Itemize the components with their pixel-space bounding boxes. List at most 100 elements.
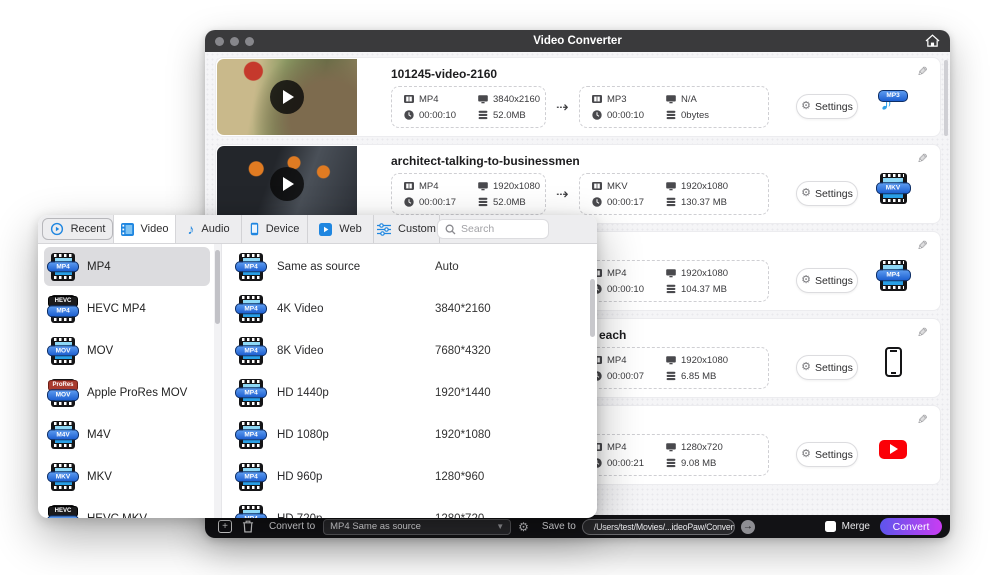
tab-label: Device [266,223,300,235]
arrow-right-icon: → [743,522,753,532]
profile-label: Same as source [277,261,435,273]
target-info-box: MP4 1920x1080 00:00:07 6.85 MB [579,347,769,389]
format-list-scrollbar[interactable] [215,250,220,324]
hevc-mkv-film-icon: HEVC MKV [51,505,75,519]
tab-custom[interactable]: Custom [374,215,440,243]
format-item-hevc-mkv[interactable]: HEVC MKV HEVC MKV [44,499,210,518]
iphone-icon [885,347,902,377]
plus-icon: + [222,522,228,532]
source-size: 52.0MB [478,110,540,121]
output-format-icon[interactable]: ♪ MP3 [874,82,912,120]
profile-item-hd-960p[interactable]: MP4 HD 960p 1280*960 [222,457,597,496]
play-button[interactable] [270,80,304,114]
target-info-box: MKV 1920x1080 00:00:17 130.37 MB [579,173,769,215]
mp4-film-icon: MP4 [880,260,907,291]
m4v-film-icon: M4V [51,421,75,449]
target-format: MKV [592,181,656,192]
filesize-icon [666,197,676,207]
tab-web[interactable]: Web [308,215,374,243]
dropdown-value: MP4 Same as source [330,521,421,532]
format-item-mp4[interactable]: MP4 MP4 [44,247,210,286]
source-info-box: MP4 3840x2160 00:00:10 52.0MB [391,86,546,128]
profile-item-hd-1440p[interactable]: MP4 HD 1440p 1920*1440 [222,373,597,412]
edit-icon[interactable]: ✎ [917,325,928,341]
source-info-box: MP4 1920x1080 00:00:17 52.0MB [391,173,546,215]
format-settings-icon[interactable]: ⚙ [518,520,529,534]
tab-label: Web [339,223,361,235]
format-item-mkv[interactable]: MKV MKV [44,457,210,496]
delete-button[interactable] [242,520,254,533]
tab-video[interactable]: Video [113,215,176,243]
profile-list-scrollbar[interactable] [590,279,595,337]
home-button[interactable] [923,33,941,49]
tab-audio[interactable]: ♪ Audio [176,215,242,243]
profile-item-same-as-source[interactable]: MP4 Same as source Auto [222,247,597,286]
convert-to-label: Convert to [269,521,315,532]
format-badge: MP4 [876,269,911,281]
target-size: 0bytes [666,110,756,121]
profile-resolution: 1920*1080 [435,429,491,441]
target-resolution: 1280x720 [666,442,756,453]
output-format-icon[interactable]: MP4 [874,256,912,294]
search-input[interactable] [461,223,541,235]
format-item-mov[interactable]: MOV MOV [44,331,210,370]
profile-item-hd-1080p[interactable]: MP4 HD 1080p 1920*1080 [222,415,597,454]
output-format-dropdown[interactable]: MP4 Same as source ▼ [323,519,511,535]
edit-icon[interactable]: ✎ [917,64,928,80]
source-resolution: 1920x1080 [478,181,540,192]
profile-item-4k[interactable]: MP4 4K Video 3840*2160 [222,289,597,328]
mp4-film-icon: MP4 [239,505,263,519]
tab-recent[interactable]: Recent [42,218,113,240]
merge-checkbox[interactable] [825,521,836,532]
mkv-film-icon: MKV [880,173,907,204]
play-icon [283,177,294,191]
edit-icon[interactable]: ✎ [917,238,928,254]
titlebar[interactable]: Video Converter [205,30,950,52]
save-path-field[interactable]: /Users/test/Movies/...ideoPaw/Converted [582,519,735,535]
edit-icon[interactable]: ✎ [917,151,928,167]
add-file-button[interactable]: + [218,520,232,533]
format-item-prores-mov[interactable]: ProRes MOV Apple ProRes MOV [44,373,210,412]
filesize-icon [666,371,676,381]
format-search[interactable] [437,219,549,239]
profile-item-8k[interactable]: MP4 8K Video 7680*4320 [222,331,597,370]
target-size: 104.37 MB [666,284,756,295]
settings-button[interactable]: ⚙ Settings [796,442,858,467]
settings-button[interactable]: ⚙ Settings [796,355,858,380]
play-button[interactable] [270,167,304,201]
gear-icon: ⚙ [801,188,811,199]
convert-arrow-icon: ⇢ [556,98,569,116]
open-folder-button[interactable]: → [741,520,755,534]
edit-icon[interactable]: ✎ [917,412,928,428]
profile-item-hd-720p[interactable]: MP4 HD 720p 1280*720 [222,499,597,518]
format-icon [592,94,602,104]
format-label: Apple ProRes MOV [87,387,187,399]
list-scrollbar[interactable] [944,60,948,136]
source-duration: 00:00:10 [404,110,468,121]
filesize-icon [666,284,676,294]
output-format-icon[interactable] [874,343,912,381]
source-resolution: 3840x2160 [478,94,540,105]
settings-button[interactable]: ⚙ Settings [796,94,858,119]
output-format-icon[interactable]: MKV [874,169,912,207]
target-info-box: MP4 1920x1080 00:00:10 104.37 MB [579,260,769,302]
profile-resolution: 1920*1440 [435,387,491,399]
video-title: architect-talking-to-businessmen [391,154,580,168]
video-thumbnail[interactable] [217,59,357,135]
format-item-m4v[interactable]: M4V M4V [44,415,210,454]
convert-button[interactable]: Convert [880,518,942,535]
video-film-icon [121,223,134,236]
settings-button[interactable]: ⚙ Settings [796,268,858,293]
display-icon [478,94,488,104]
output-format-icon[interactable] [874,430,912,468]
tab-device[interactable]: Device [242,215,308,243]
merge-option: Merge [825,521,870,532]
target-duration: 00:00:07 [592,371,656,382]
mp4-film-icon: MP4 [239,421,263,449]
source-format: MP4 [404,181,468,192]
video-thumbnail[interactable] [217,146,357,222]
settings-button[interactable]: ⚙ Settings [796,181,858,206]
format-badge: MP3 [878,90,908,102]
format-item-hevc-mp4[interactable]: HEVC MP4 HEVC MP4 [44,289,210,328]
format-tab-bar: Recent Video ♪ Audio Device [38,215,597,244]
